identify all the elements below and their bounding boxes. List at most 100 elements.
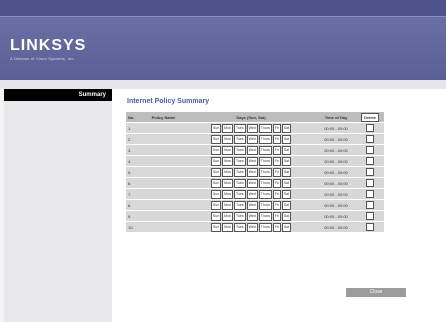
day-button[interactable]: Sun	[210, 156, 222, 166]
table-row: 4. Sun Mon Tues Wed Thurs Fri Sat 00:00 - 00:00	[126, 155, 384, 167]
day-button[interactable]: Sat	[281, 145, 292, 155]
row-policy-name	[141, 155, 186, 167]
day-button[interactable]: Mon	[222, 211, 233, 221]
table-row: 6. Sun Mon Tues Wed Thurs Fri Sat 00:00 - 00:00	[126, 177, 384, 189]
delete-checkbox[interactable]	[366, 156, 374, 165]
day-button[interactable]: Tues	[233, 145, 246, 155]
day-button[interactable]: Sun	[210, 211, 222, 221]
day-button[interactable]: Sat	[281, 211, 292, 221]
day-button[interactable]: Thurs	[258, 189, 272, 199]
day-button[interactable]: Thurs	[258, 156, 272, 166]
row-number: 1.	[126, 122, 141, 134]
delete-checkbox[interactable]	[366, 189, 374, 198]
row-policy-name	[141, 122, 186, 134]
day-button[interactable]: Thurs	[258, 200, 272, 210]
day-button[interactable]: Fri	[272, 211, 281, 221]
row-policy-name	[141, 188, 186, 200]
col-delete: Delete	[356, 112, 384, 123]
day-button[interactable]: Sat	[281, 156, 292, 166]
day-button[interactable]: Sat	[281, 222, 292, 232]
delete-checkbox[interactable]	[366, 167, 374, 176]
day-button[interactable]: Mon	[222, 222, 233, 232]
day-button[interactable]: Mon	[222, 189, 233, 199]
day-button[interactable]: Thurs	[258, 123, 272, 133]
day-button[interactable]: Wed	[246, 134, 258, 144]
day-button[interactable]: Sun	[210, 167, 222, 177]
day-button[interactable]: Sat	[281, 200, 292, 210]
day-button[interactable]: Sun	[210, 123, 222, 133]
day-button[interactable]: Fri	[272, 123, 281, 133]
day-button[interactable]: Fri	[272, 222, 281, 232]
day-button[interactable]: Mon	[222, 134, 233, 144]
day-button[interactable]: Sat	[281, 123, 292, 133]
day-button[interactable]: Sun	[210, 145, 222, 155]
day-button[interactable]: Thurs	[258, 134, 272, 144]
delete-checkbox[interactable]	[366, 134, 374, 143]
day-button[interactable]: Mon	[222, 200, 233, 210]
day-button[interactable]: Tues	[233, 167, 246, 177]
row-days: Sun Mon Tues Wed Thurs Fri Sat	[186, 122, 316, 134]
day-button[interactable]: Thurs	[258, 178, 272, 188]
sidebar-item-summary[interactable]: Summary	[4, 89, 112, 101]
page-frame: LINKSYS A Division of Cisco Systems, Inc…	[0, 0, 446, 322]
day-button[interactable]: Wed	[246, 167, 258, 177]
day-button[interactable]: Tues	[233, 189, 246, 199]
day-button[interactable]: Wed	[246, 156, 258, 166]
day-button[interactable]: Sun	[210, 134, 222, 144]
row-number: 2.	[126, 133, 141, 145]
delete-checkbox[interactable]	[366, 211, 374, 220]
close-button[interactable]: Close	[346, 288, 406, 297]
delete-checkbox[interactable]	[366, 222, 374, 231]
day-button[interactable]: Wed	[246, 178, 258, 188]
day-button[interactable]: Wed	[246, 211, 258, 221]
day-button[interactable]: Sun	[210, 200, 222, 210]
day-button[interactable]: Mon	[222, 156, 233, 166]
day-button[interactable]: Sat	[281, 178, 292, 188]
delete-button[interactable]: Delete	[360, 112, 379, 122]
row-days: Sun Mon Tues Wed Thurs Fri Sat	[186, 199, 316, 211]
day-button[interactable]: Sun	[210, 222, 222, 232]
delete-checkbox[interactable]	[366, 200, 374, 209]
day-button[interactable]: Mon	[222, 145, 233, 155]
day-button[interactable]: Wed	[246, 200, 258, 210]
day-button[interactable]: Tues	[233, 178, 246, 188]
sidebar	[4, 89, 112, 322]
day-button[interactable]: Mon	[222, 167, 233, 177]
day-button[interactable]: Thurs	[258, 145, 272, 155]
row-delete	[356, 177, 384, 189]
day-button[interactable]: Thurs	[258, 222, 272, 232]
day-button[interactable]: Tues	[233, 123, 246, 133]
row-days: Sun Mon Tues Wed Thurs Fri Sat	[186, 144, 316, 156]
day-button[interactable]: Wed	[246, 145, 258, 155]
day-button[interactable]: Fri	[272, 200, 281, 210]
day-button[interactable]: Sat	[281, 189, 292, 199]
delete-checkbox[interactable]	[366, 178, 374, 187]
day-button[interactable]: Sat	[281, 167, 292, 177]
day-button[interactable]: Fri	[272, 189, 281, 199]
day-button[interactable]: Fri	[272, 156, 281, 166]
day-button[interactable]: Fri	[272, 167, 281, 177]
day-button[interactable]: Mon	[222, 178, 233, 188]
day-button[interactable]: Sun	[210, 178, 222, 188]
day-button[interactable]: Fri	[272, 134, 281, 144]
col-policy-name: Policy Name	[141, 112, 186, 123]
day-button[interactable]: Sat	[281, 134, 292, 144]
day-button[interactable]: Fri	[272, 178, 281, 188]
delete-checkbox[interactable]	[366, 123, 374, 132]
row-delete	[356, 199, 384, 211]
day-button[interactable]: Wed	[246, 123, 258, 133]
row-number: 3.	[126, 144, 141, 156]
day-button[interactable]: Thurs	[258, 211, 272, 221]
day-button[interactable]: Tues	[233, 200, 246, 210]
day-button[interactable]: Sun	[210, 189, 222, 199]
day-button[interactable]: Mon	[222, 123, 233, 133]
day-button[interactable]: Fri	[272, 145, 281, 155]
day-button[interactable]: Tues	[233, 211, 246, 221]
day-button[interactable]: Tues	[233, 156, 246, 166]
day-button[interactable]: Wed	[246, 222, 258, 232]
delete-checkbox[interactable]	[366, 145, 374, 154]
day-button[interactable]: Wed	[246, 189, 258, 199]
day-button[interactable]: Thurs	[258, 167, 272, 177]
day-button[interactable]: Tues	[233, 134, 246, 144]
day-button[interactable]: Tues	[233, 222, 246, 232]
